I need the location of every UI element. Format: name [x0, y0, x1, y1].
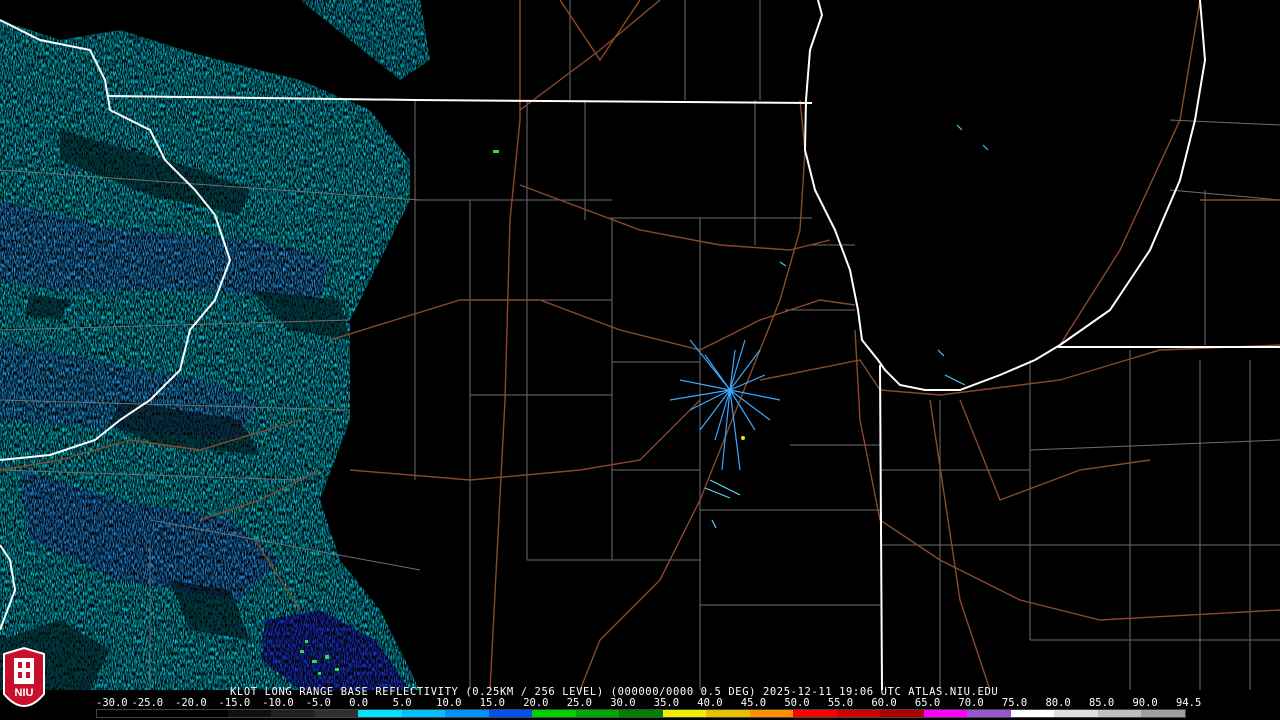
reflectivity-colorbar	[96, 709, 1186, 718]
colorbar-segment	[923, 710, 968, 717]
colorbar-segment	[1054, 710, 1098, 717]
scale-label: 70.0	[958, 697, 984, 709]
colorbar-segment	[967, 710, 1011, 717]
scale-label: 75.0	[1001, 697, 1028, 709]
scale-label: 25.0	[566, 697, 593, 709]
echo-speckle	[493, 150, 499, 153]
radar-site-marker	[741, 436, 745, 440]
scale-label: 20.0	[523, 697, 549, 709]
echo-speckle	[335, 668, 339, 671]
scale-label: 45.0	[740, 697, 767, 709]
scale-label: 40.0	[697, 697, 723, 709]
scale-label: 65.0	[914, 697, 941, 709]
scale-label: 5.0	[392, 697, 412, 709]
scale-label: 60.0	[871, 697, 897, 709]
scale-label: 55.0	[827, 697, 854, 709]
scale-label: 0.0	[349, 697, 369, 709]
scale-label: 15.0	[479, 697, 505, 709]
scale-label: 30.0	[610, 697, 636, 709]
colorbar-segment	[140, 710, 185, 717]
radar-map	[0, 0, 1280, 720]
colorbar-segment	[488, 710, 533, 717]
scale-label: -10.0	[262, 697, 294, 709]
echo-speckle	[305, 640, 308, 643]
niu-logo-text: NIU	[15, 687, 34, 699]
colorbar-segment	[314, 710, 359, 717]
scale-label: -20.0	[175, 697, 207, 709]
echo-speckle	[312, 660, 317, 663]
colorbar-segment	[880, 710, 924, 717]
scale-labels: -30.0 -25.0 -20.0 -15.0 -10.0 -5.0 0.0 5.0 10.0 1…	[96, 697, 1201, 709]
scale-label: -5.0	[305, 697, 331, 709]
scale-label: 80.0	[1045, 697, 1071, 709]
colorbar-segment	[1010, 710, 1055, 717]
niu-logo: NIU	[3, 646, 45, 707]
colorbar-segment	[358, 710, 402, 717]
scale-label: -15.0	[218, 697, 251, 709]
colorbar-segment	[227, 710, 272, 717]
colorbar-segment	[836, 710, 881, 717]
colorbar-segment	[749, 710, 794, 717]
colorbar-segment	[793, 710, 837, 717]
colorbar-segment	[662, 710, 707, 717]
colorbar-segment	[706, 710, 750, 717]
colorbar-segment	[532, 710, 576, 717]
scale-label: -30.0	[96, 697, 128, 709]
niu-logo-window	[18, 672, 22, 678]
scale-label: 10.0	[436, 697, 462, 709]
niu-logo-window	[26, 672, 30, 678]
colorbar-segment	[271, 710, 315, 717]
colorbar-segment	[1141, 710, 1185, 717]
colorbar-segment	[575, 710, 620, 717]
scale-label: -25.0	[131, 697, 164, 709]
echo-speckle	[318, 672, 321, 675]
colorbar-segment	[1097, 710, 1142, 717]
echo-speckle	[300, 650, 304, 653]
niu-logo-tower	[14, 658, 34, 684]
scale-label: 94.5	[1176, 697, 1202, 709]
scale-label: 35.0	[653, 697, 680, 709]
niu-logo-window	[18, 662, 22, 668]
colorbar-segment	[445, 710, 489, 717]
scale-label: 85.0	[1088, 697, 1115, 709]
niu-logo-window	[26, 662, 30, 668]
colorbar-segment	[184, 710, 228, 717]
colorbar-segment	[619, 710, 663, 717]
scale-label: 50.0	[784, 697, 810, 709]
colorbar-segment	[401, 710, 446, 717]
echo-speckle	[325, 655, 329, 659]
colorbar-segment	[97, 710, 141, 717]
scale-label: 90.0	[1132, 697, 1158, 709]
